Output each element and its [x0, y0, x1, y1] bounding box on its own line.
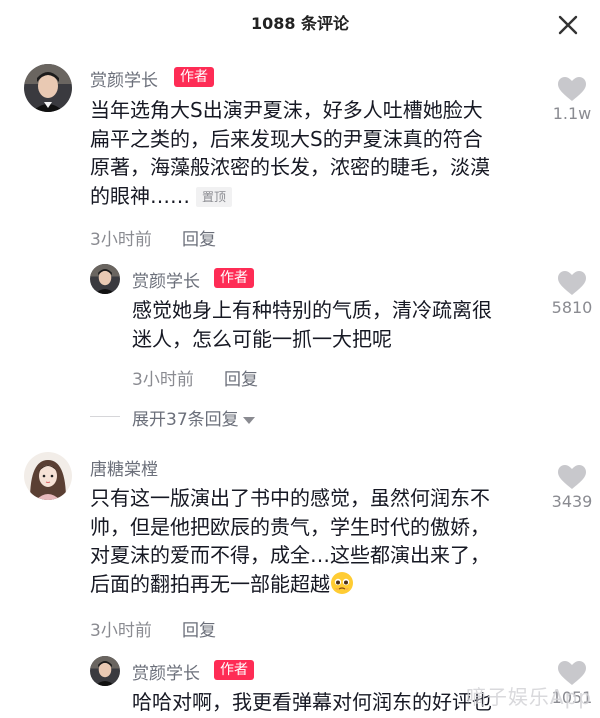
comment-text: 当年选角大S出演尹夏沫，好多人吐槽她脸大 扁平之类的，后来发现大S的尹夏沫真的符…	[90, 98, 490, 208]
comment-time: 3小时前	[90, 230, 152, 250]
like-count: 1.1w	[552, 104, 592, 123]
expand-replies-button[interactable]: 展开37条回复	[132, 405, 255, 430]
pleading-face-emoji	[330, 571, 354, 595]
comment-count-title: 1088 条评论	[250, 14, 350, 33]
comment-username[interactable]: 唐糖棠樘	[90, 455, 158, 480]
comment-time: 3小时前	[90, 621, 152, 641]
watermark: 嘀子娱乐App	[465, 685, 592, 709]
heart-icon[interactable]	[557, 464, 587, 490]
reply-button[interactable]: 回复	[182, 225, 216, 250]
reply-username[interactable]: 赏颜学长	[132, 267, 200, 292]
heart-icon[interactable]	[557, 76, 587, 102]
comment-username[interactable]: 赏颜学长	[90, 66, 158, 91]
like-button[interactable]: 1.1w	[542, 76, 600, 123]
avatar[interactable]	[24, 452, 72, 500]
reply-time: 3小时前	[132, 370, 194, 390]
close-icon[interactable]	[556, 13, 580, 37]
like-count: 3439	[551, 492, 593, 511]
author-badge: 作者	[174, 67, 214, 87]
avatar[interactable]	[90, 264, 120, 294]
pinned-tag: 置顶	[196, 187, 233, 208]
comment-text: 只有这一版演出了书中的感觉，虽然何润东不 帅，但是他把欧辰的贵气，学生时代的傲娇…	[90, 486, 490, 596]
avatar[interactable]	[90, 656, 120, 686]
avatar[interactable]	[24, 64, 72, 112]
divider	[90, 416, 120, 417]
reply-text: 感觉她身上有种特别的气质，清冷疏离很 迷人，怎么可能一抓一大把呢	[132, 298, 492, 351]
like-button[interactable]: 3439	[542, 464, 600, 511]
reply-button[interactable]: 回复	[182, 616, 216, 641]
like-count: 5810	[551, 298, 593, 317]
reply-button[interactable]: 回复	[224, 365, 258, 390]
heart-icon[interactable]	[557, 270, 587, 296]
author-badge: 作者	[214, 268, 254, 288]
reply-username[interactable]: 赏颜学长	[132, 659, 200, 684]
author-badge: 作者	[214, 660, 254, 680]
comments-header: 1088 条评论	[0, 0, 600, 44]
like-button[interactable]: 5810	[542, 270, 600, 317]
chevron-down-icon	[242, 416, 255, 424]
